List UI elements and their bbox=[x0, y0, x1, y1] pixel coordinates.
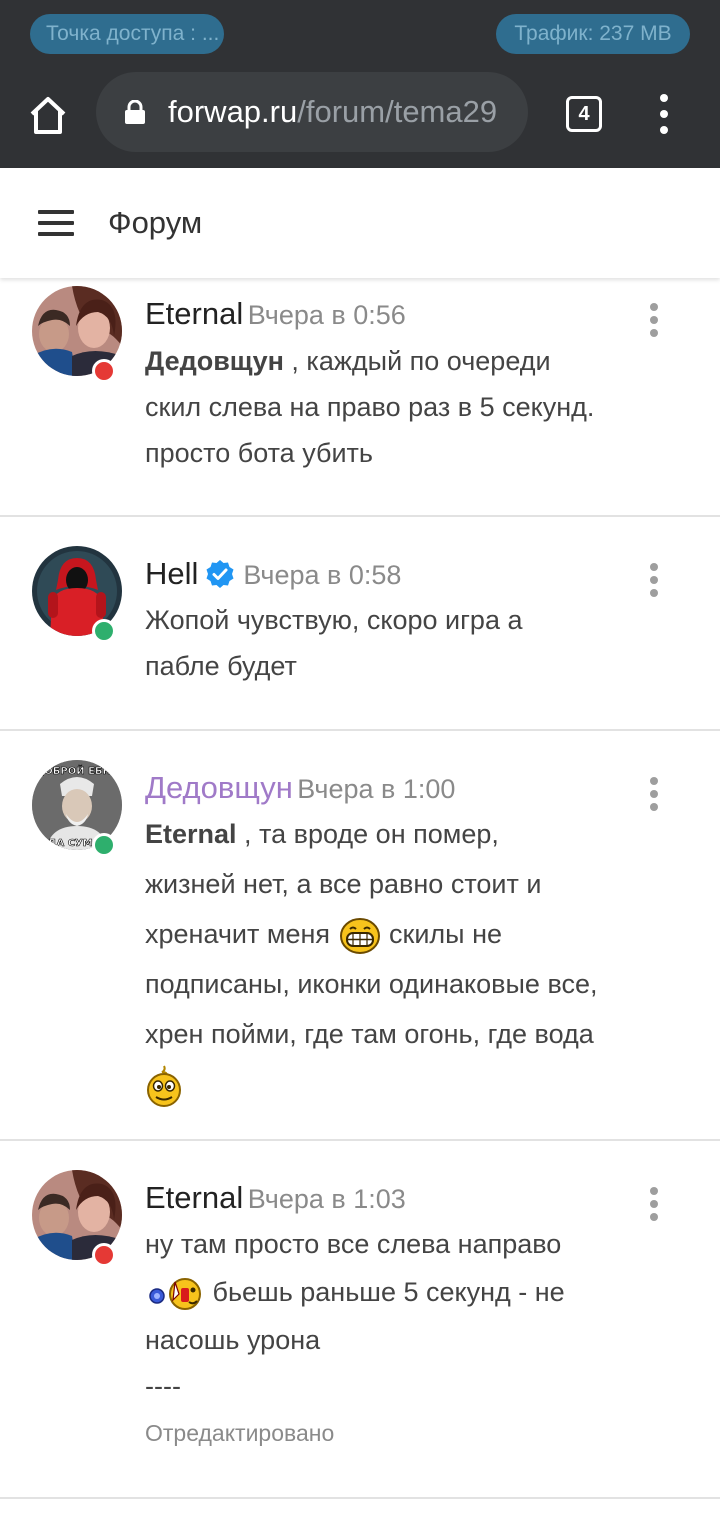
punch-emoji-icon bbox=[149, 1277, 201, 1310]
post-menu-icon[interactable] bbox=[648, 1187, 660, 1221]
url-domain: forwap.ru bbox=[168, 94, 298, 129]
post-text: Дедовщун , каждый по очереди скил слева … bbox=[145, 338, 675, 476]
post-menu-icon[interactable] bbox=[648, 303, 660, 337]
mention-link[interactable]: Eternal bbox=[145, 819, 237, 849]
post-time: Вчера в 1:03 bbox=[247, 1184, 406, 1214]
forum-post: ДОБРОЙ ЕБНУ ДА СУМА Дедовщун Вчера в 1:0… bbox=[0, 731, 720, 1141]
post-header: Hell Вчера в 0:58 bbox=[145, 552, 401, 596]
forum-post: Eternal Вчера в 0:56 Дедовщун , каждый п… bbox=[0, 278, 720, 517]
post-author[interactable]: Hell bbox=[145, 556, 198, 591]
tab-switcher-button[interactable]: 4 bbox=[566, 96, 602, 132]
post-text: ну там просто все слева направо бьешь ра… bbox=[145, 1221, 675, 1455]
post-line: скил слева на право раз в 5 секунд. bbox=[145, 392, 595, 422]
post-header: Eternal Вчера в 1:03 bbox=[145, 1176, 406, 1220]
presence-offline-indicator bbox=[92, 359, 116, 383]
post-header: Дедовщун Вчера в 1:00 bbox=[145, 766, 455, 810]
avatar-caption-top: ДОБРОЙ ЕБНУ bbox=[35, 764, 119, 777]
forum-post: Eternal Вчера в 1:03 ну там просто все с… bbox=[0, 1141, 720, 1499]
post-line: пабле будет bbox=[145, 651, 297, 681]
hotspot-indicator[interactable]: Точка доступа : ... bbox=[30, 14, 224, 54]
post-header: Eternal Вчера в 0:56 bbox=[145, 292, 406, 336]
more-icon-dot bbox=[660, 94, 668, 102]
post-line: просто бота убить bbox=[145, 438, 373, 468]
post-time: Вчера в 0:56 bbox=[247, 300, 406, 330]
presence-online-indicator bbox=[92, 619, 116, 643]
post-time: Вчера в 1:00 bbox=[297, 774, 456, 804]
url-path: /forum/tema29 bbox=[297, 94, 498, 129]
home-icon bbox=[30, 97, 66, 134]
post-line: жизней нет, а все равно стоит и bbox=[145, 869, 542, 899]
page-title: Форум bbox=[108, 205, 203, 240]
grin-emoji-icon bbox=[339, 917, 380, 954]
post-line: подписаны, иконки одинаковые все, bbox=[145, 969, 598, 999]
post-text: Жопой чувствую, скоро игра а пабле будет bbox=[145, 597, 675, 689]
post-author[interactable]: Eternal bbox=[145, 296, 243, 331]
post-line: ---- bbox=[145, 1371, 181, 1401]
post-time: Вчера в 0:58 bbox=[243, 560, 402, 590]
traffic-indicator[interactable]: Трафик: 237 MB bbox=[496, 14, 690, 54]
browser-toolbar: forwap.ru/forum/tema29 4 bbox=[0, 72, 720, 168]
post-line: Жопой чувствую, скоро игра а bbox=[145, 605, 523, 635]
lock-icon bbox=[125, 100, 145, 124]
presence-offline-indicator bbox=[92, 1243, 116, 1267]
url-text: forwap.ru/forum/tema29 bbox=[168, 72, 497, 152]
menu-icon[interactable] bbox=[38, 210, 74, 236]
more-icon-dot bbox=[660, 110, 668, 118]
status-bar: Точка доступа : ... Трафик: 237 MB bbox=[0, 0, 720, 72]
post-author[interactable]: Дедовщун bbox=[145, 770, 293, 805]
forum-post: Hell Вчера в 0:58 Жопой чувствую, скоро … bbox=[0, 517, 720, 731]
post-line: насошь урона bbox=[145, 1325, 321, 1355]
page-header: Форум bbox=[0, 168, 720, 278]
post-line: хреначит меня bbox=[145, 919, 330, 949]
post-author[interactable]: Eternal bbox=[145, 1180, 243, 1215]
post-line: ну там просто все слева направо bbox=[145, 1229, 562, 1259]
mention-link[interactable]: Дедовщун bbox=[145, 346, 284, 376]
post-line: бьешь раньше 5 секунд - не bbox=[205, 1277, 565, 1307]
post-line: скилы не bbox=[381, 919, 503, 949]
post-text: Eternal , та вроде он помер, жизней нет,… bbox=[145, 809, 675, 1109]
edited-label: Отредактировано bbox=[145, 1420, 335, 1446]
post-menu-icon[interactable] bbox=[648, 563, 660, 597]
home-button[interactable] bbox=[24, 92, 72, 140]
post-line: , та вроде он помер, bbox=[236, 819, 499, 849]
address-bar[interactable]: forwap.ru/forum/tema29 bbox=[96, 72, 528, 152]
browser-menu-button[interactable] bbox=[650, 94, 678, 134]
verified-badge-icon bbox=[206, 560, 234, 588]
presence-online-indicator bbox=[92, 833, 116, 857]
post-menu-icon[interactable] bbox=[648, 777, 660, 811]
more-icon-dot bbox=[660, 126, 668, 134]
post-line: , каждый по очереди bbox=[283, 346, 551, 376]
dizzy-emoji-icon bbox=[147, 1065, 181, 1107]
post-line: хрен пойми, где там огонь, где вода bbox=[145, 1019, 594, 1049]
